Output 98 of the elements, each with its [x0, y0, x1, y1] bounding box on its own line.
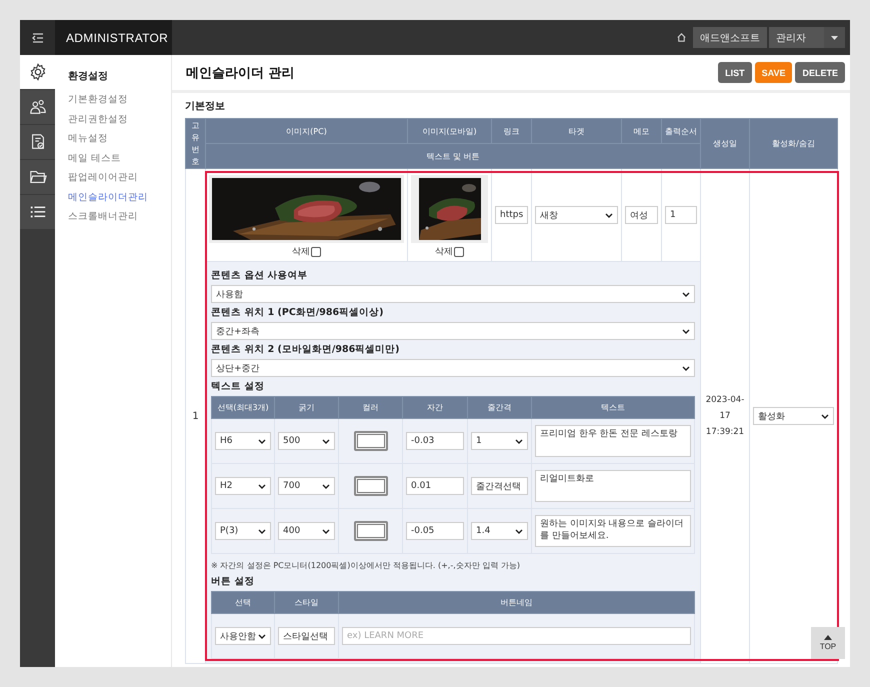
letter-spacing-field[interactable]: -0.05: [406, 522, 464, 540]
folder-rail-button[interactable]: [20, 160, 55, 194]
sidebar-item[interactable]: 메일 테스트: [68, 152, 171, 171]
target-select[interactable]: 새창: [535, 206, 618, 224]
column-header: 생성일: [700, 118, 750, 168]
option-select[interactable]: 중간+좌측: [211, 322, 695, 340]
weight-select[interactable]: 500: [278, 432, 335, 450]
column-header: 활성화/숨김: [750, 118, 838, 168]
menu-toggle-button[interactable]: [20, 20, 55, 55]
delete-checkbox[interactable]: 삭제: [292, 245, 321, 258]
action-button[interactable]: DELETE: [795, 62, 845, 83]
column-header: 선택: [212, 592, 274, 614]
weight-select[interactable]: 700: [278, 477, 335, 495]
button-style-select[interactable]: 스타일선택: [278, 627, 335, 645]
text-area[interactable]: 프리미엄 한우 한돈 전문 레스토랑: [535, 425, 691, 457]
subsection-title: 버튼 설정: [211, 575, 256, 588]
order-field[interactable]: 1: [665, 206, 697, 224]
line-height-select[interactable]: 줄간격선택: [471, 477, 528, 495]
chevron-down-icon: [258, 634, 266, 638]
letter-spacing-field[interactable]: -0.03: [406, 432, 464, 450]
column-header: 컬러: [338, 396, 402, 418]
link-field[interactable]: https: [495, 206, 528, 224]
sidebar-item[interactable]: 기본환경설정: [68, 93, 171, 112]
option-select[interactable]: 사용함: [211, 285, 695, 303]
sidebar-item[interactable]: 관리권한설정: [68, 112, 171, 132]
column-header: 타겟: [532, 118, 622, 144]
column-header: 출력순서: [662, 118, 700, 144]
delete-checkbox[interactable]: 삭제: [435, 245, 464, 258]
option-label: 콘텐츠 위치 1 (PC화면/986픽셀이상): [211, 306, 384, 319]
tag-select[interactable]: H2: [215, 477, 271, 495]
subsection-title: 텍스트 설정: [211, 380, 266, 393]
table-cell: 1: [186, 168, 206, 664]
page-title: 메인슬라이더 관리: [186, 64, 295, 82]
text-area[interactable]: 리얼미트화로: [535, 470, 691, 502]
document-rail-button[interactable]: [20, 125, 55, 159]
sidebar-item[interactable]: 메뉴설정: [68, 132, 171, 152]
scroll-top-button[interactable]: TOP: [811, 627, 845, 659]
status-select[interactable]: 활성화: [753, 407, 834, 425]
caret-icon: [831, 36, 838, 40]
button-use-select[interactable]: 사용안함: [215, 627, 271, 645]
company-button[interactable]: 애드앤소프트: [693, 27, 767, 48]
section-title: 기본정보: [185, 100, 226, 113]
folder-icon: [28, 168, 46, 186]
chevron-down-icon: [322, 528, 330, 534]
caret-up-icon: [824, 635, 832, 640]
chevron-down-icon: [682, 366, 690, 370]
text-area[interactable]: 원하는 이미지와 내용으로 슬라이더를 만들어보세요.: [535, 515, 691, 547]
tag-select[interactable]: H6: [215, 432, 271, 450]
gear-icon: [28, 63, 46, 81]
column-header: 줄간격: [468, 396, 532, 418]
people-rail-button[interactable]: [20, 90, 55, 124]
note-text: ※ 자간의 설정은 PC모니터(1200픽셀)이상에서만 적용됩니다. (+,-,숫자만 입력 가능): [211, 560, 521, 571]
action-button[interactable]: LIST: [718, 62, 752, 83]
user-menu-dropdown[interactable]: 관리자: [769, 27, 845, 48]
option-label: 콘텐츠 옵션 사용여부: [211, 269, 309, 282]
created-date: 2023-04-17 17:39:21: [706, 394, 744, 438]
chevron-down-icon: [682, 292, 690, 296]
option-select[interactable]: 상단+중간: [211, 359, 695, 377]
column-header: 스타일: [274, 592, 338, 614]
chevron-down-icon: [605, 212, 613, 218]
column-header: 텍스트: [532, 396, 694, 418]
chevron-down-icon: [515, 528, 523, 534]
column-header: 고유번호: [186, 118, 206, 168]
sidebar-item[interactable]: 팝업레이어관리: [68, 171, 171, 190]
column-header: 텍스트 및 버튼: [206, 144, 700, 168]
chevron-down-icon: [322, 438, 330, 444]
column-header: 선택(최대3개): [212, 396, 274, 418]
weight-select[interactable]: 400: [278, 522, 335, 540]
brand-title: ADMINISTRATOR: [55, 20, 172, 55]
sidebar-item[interactable]: 메인슬라이더관리: [68, 190, 171, 210]
button-name-field[interactable]: ex) LEARN MORE: [342, 627, 691, 645]
chevron-down-icon: [258, 528, 266, 534]
chevron-down-icon: [258, 438, 266, 444]
gear-rail-button[interactable]: [20, 55, 55, 89]
column-header: 자간: [402, 396, 468, 418]
column-header: 링크: [492, 118, 532, 144]
column-header: 굵기: [274, 396, 338, 418]
chevron-down-icon: [682, 328, 690, 334]
line-height-select[interactable]: 1.4: [471, 522, 528, 540]
sidebar-title: 환경설정: [68, 70, 109, 83]
menu-icon: [32, 32, 44, 42]
chevron-down-icon: [322, 484, 330, 488]
line-height-select[interactable]: 1: [471, 432, 528, 450]
chevron-down-icon: [515, 438, 523, 444]
memo-field[interactable]: 여성: [625, 206, 658, 224]
letter-spacing-field[interactable]: 0.01: [406, 477, 464, 495]
people-icon: [28, 98, 46, 116]
sidebar-item[interactable]: 스크롤배너관리: [68, 210, 171, 230]
list-rail-button[interactable]: [20, 195, 55, 229]
column-header: 버튼네임: [338, 592, 694, 614]
column-header: 메모: [622, 118, 662, 144]
option-label: 콘텐츠 위치 2 (모바일화면/986픽셀미만): [211, 343, 401, 356]
tag-select[interactable]: P(3): [215, 522, 271, 540]
column-header: 이미지(모바일): [408, 118, 492, 144]
chevron-down-icon: [821, 414, 829, 418]
chevron-down-icon: [258, 484, 266, 488]
home-icon[interactable]: [676, 32, 687, 43]
column-header: 이미지(PC): [206, 118, 408, 144]
